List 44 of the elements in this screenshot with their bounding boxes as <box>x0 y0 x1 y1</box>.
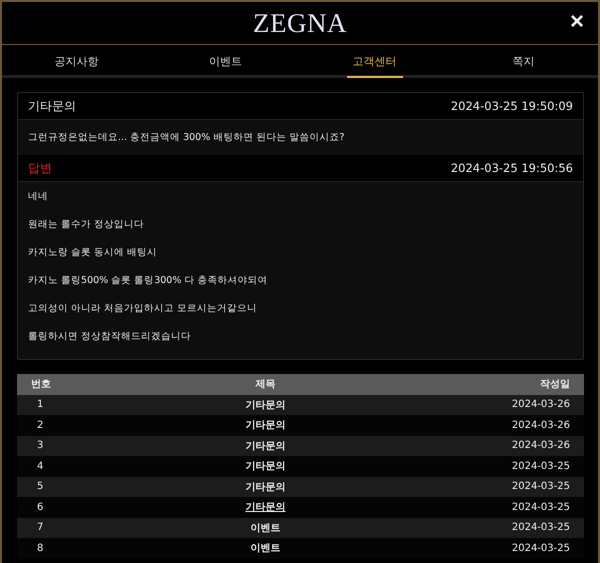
table-cell-text: 2024-03-25 <box>510 522 571 534</box>
answer-time: 2024-03-25 19:50:56 <box>450 161 573 175</box>
answer-line: 네네 <box>28 190 49 203</box>
close-button[interactable]: × <box>568 11 586 33</box>
post-title-link[interactable]: 기타문의 <box>77 438 454 453</box>
post-title-link[interactable]: 이벤트 <box>77 541 454 556</box>
answer-line: 카지노 롤링500% 슬롯 롤링300% 다 충족하셔야되여 <box>28 274 268 287</box>
question-text: 그런규정은없는데요... 충전금액에 300% 배팅하면 된다는 말씀이시죠? <box>28 131 344 144</box>
question-time: 2024-03-25 19:50:09 <box>450 99 573 113</box>
table-cell-text: 2024-03-25 <box>510 481 571 492</box>
question-title: 기타문의 <box>28 98 76 114</box>
table-cell-text: 2024-03-25 <box>510 542 571 554</box>
table-cell-text: 8 <box>36 542 44 554</box>
table-cell-text: 2024-03-26 <box>510 399 571 410</box>
table-cell-text: 1 <box>36 399 44 410</box>
table-cell-text: 2024-03-26 <box>510 420 571 431</box>
logo: ZEGNA <box>253 8 347 38</box>
table-cell-text: 4 <box>36 460 44 472</box>
table-cell-text: 5 <box>36 481 44 492</box>
column-header: 작성일 <box>539 378 571 392</box>
table-cell-text: 7 <box>36 522 44 534</box>
nav-tab[interactable]: 공지사항 <box>2 45 151 75</box>
table-cell-text: 2 <box>36 420 44 431</box>
post-title-link[interactable]: 이벤트 <box>77 520 454 535</box>
table-cell-text: 2024-03-26 <box>510 440 571 452</box>
post-title-link[interactable]: 기타문의 <box>77 500 454 514</box>
post-title-link[interactable]: 기타문의 <box>77 480 454 494</box>
answer-line: 롤링하시면 정상참작해드리겠습니다 <box>28 330 192 343</box>
nav-tab[interactable]: 고객센터 <box>300 45 449 75</box>
post-title-link[interactable]: 기타문의 <box>77 459 454 474</box>
column-header: 제목 <box>254 378 276 392</box>
answer-line: 고의성이 아니라 처음가입하시고 모르시는거같으니 <box>28 302 258 315</box>
table-cell-text: 2024-03-25 <box>510 502 571 513</box>
answer-line: 원래는 롤수가 정상입니다 <box>28 218 146 231</box>
nav-tab[interactable]: 쪽지 <box>449 45 598 75</box>
post-title-link[interactable]: 기타문의 <box>77 398 454 412</box>
table-cell-text: 6 <box>36 502 44 513</box>
column-header: 번호 <box>30 378 52 392</box>
table-cell-text: 2024-03-25 <box>510 460 571 472</box>
nav-tab[interactable]: 이벤트 <box>151 45 300 75</box>
table-cell-text: 3 <box>36 440 44 452</box>
answer-title: 답변 <box>28 160 52 176</box>
post-title-link[interactable]: 기타문의 <box>77 418 454 432</box>
answer-line: 카지노랑 슬롯 동시에 배팅시 <box>28 246 158 259</box>
